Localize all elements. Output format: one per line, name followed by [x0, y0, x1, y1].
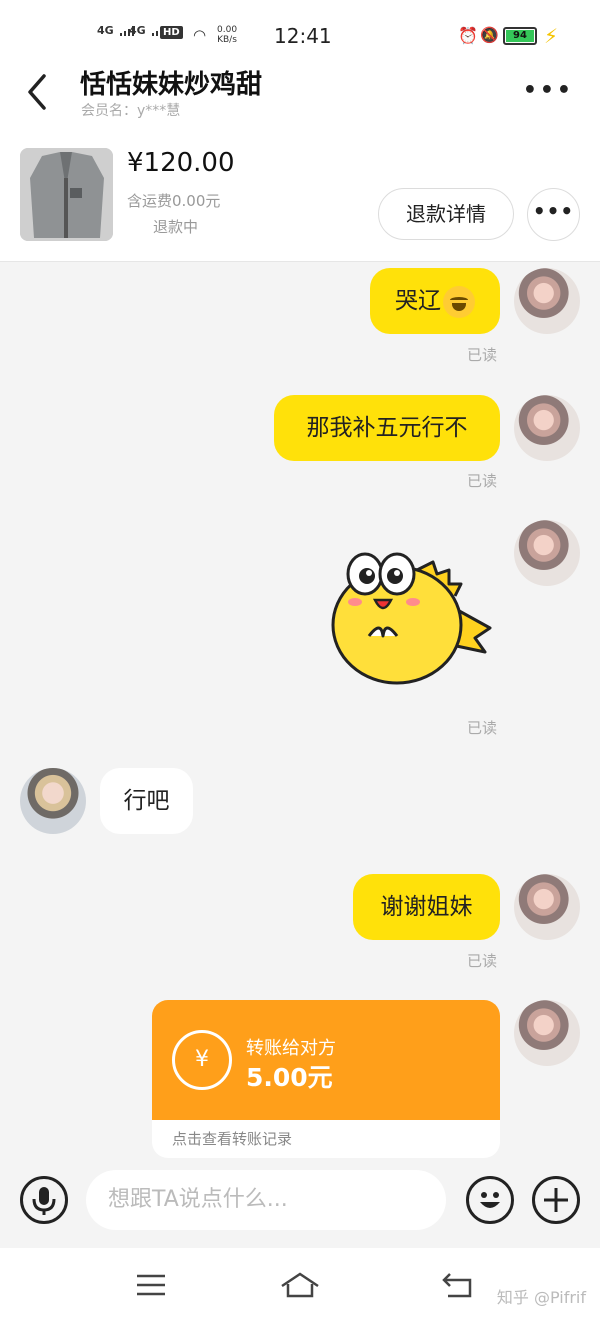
message-text: 行吧 [123, 788, 170, 814]
emoji-icon[interactable] [466, 1176, 514, 1224]
crying-laughing-emoji-icon [443, 285, 475, 318]
speed-value: 0.00 [217, 25, 238, 35]
watermark: 知乎 @Pifrif [496, 1288, 586, 1307]
more-options-icon[interactable]: ••• [523, 80, 574, 102]
fish-sticker-icon[interactable] [325, 540, 500, 690]
message-text: 谢谢姐妹 [380, 894, 473, 920]
my-avatar[interactable] [514, 1000, 580, 1066]
read-receipt: 已读 [467, 346, 498, 364]
network-label: 4G [129, 24, 146, 37]
product-thumbnail[interactable] [20, 148, 113, 241]
transfer-record-link[interactable]: 点击查看转账记录 [152, 1120, 500, 1158]
read-receipt: 已读 [467, 719, 498, 737]
back-arrow-icon[interactable] [22, 72, 54, 112]
microphone-icon[interactable] [20, 1176, 68, 1224]
refund-details-button[interactable]: 退款详情 [378, 188, 514, 240]
shipping-info: 含运费0.00元 [127, 192, 221, 210]
add-icon[interactable] [532, 1176, 580, 1224]
my-avatar[interactable] [514, 268, 580, 334]
back-nav-icon[interactable] [440, 1270, 476, 1300]
read-receipt: 已读 [467, 952, 498, 970]
system-nav-bar: 知乎 @Pifrif [0, 1248, 600, 1320]
message-text: 哭辽 [395, 288, 441, 314]
product-card[interactable]: ¥120.00 含运费0.00元 退款中 退款详情 ••• [0, 132, 600, 262]
transfer-amount: 5.00元 [246, 1063, 333, 1092]
network-speed: 0.00 KB/s [217, 25, 237, 45]
battery-level: 94 [506, 30, 534, 42]
hd-badge: HD [160, 26, 183, 39]
battery-icon: 94 [503, 27, 537, 45]
mute-bell-icon: 🔕 [480, 26, 499, 44]
chat-header: 恬恬妹妹炒鸡甜 会员名：y***慧 ••• [0, 52, 600, 132]
my-avatar[interactable] [514, 520, 580, 586]
message-bubble-received[interactable]: 行吧 [100, 768, 193, 834]
transfer-card[interactable]: ¥ 转账给对方 5.00元 点击查看转账记录 [152, 1000, 500, 1158]
message-bubble-sent[interactable]: 谢谢姐妹 [353, 874, 500, 940]
transfer-card-body: ¥ 转账给对方 5.00元 [152, 1000, 500, 1120]
contact-avatar[interactable] [20, 768, 86, 834]
wifi-icon: ◠ [193, 26, 207, 44]
read-receipt: 已读 [467, 472, 498, 490]
my-avatar[interactable] [514, 395, 580, 461]
contact-name: 恬恬妹妹炒鸡甜 [80, 70, 263, 100]
product-price: ¥120.00 [127, 148, 235, 178]
clock: 12:41 [274, 24, 332, 48]
member-name: 会员名：y***慧 [81, 103, 181, 119]
input-bar: 想跟TA说点什么... [0, 1160, 600, 1248]
charging-icon: ⚡ [544, 24, 559, 48]
my-avatar[interactable] [514, 874, 580, 940]
refund-status: 退款中 [153, 218, 199, 236]
message-bubble-sent[interactable]: 哭辽 [370, 268, 500, 334]
speed-unit: KB/s [217, 35, 237, 45]
transfer-label: 转账给对方 [246, 1038, 336, 1059]
alarm-icon: ⏰ [458, 26, 478, 45]
transfer-yuan-icon: ¥ [172, 1030, 232, 1090]
message-input[interactable]: 想跟TA说点什么... [86, 1170, 446, 1230]
message-bubble-sent[interactable]: 那我补五元行不 [274, 395, 500, 461]
menu-icon[interactable] [133, 1270, 169, 1300]
product-more-button[interactable]: ••• [527, 188, 580, 241]
message-text: 那我补五元行不 [306, 415, 468, 441]
home-icon[interactable] [280, 1270, 320, 1300]
network-label: 4G [97, 24, 114, 37]
